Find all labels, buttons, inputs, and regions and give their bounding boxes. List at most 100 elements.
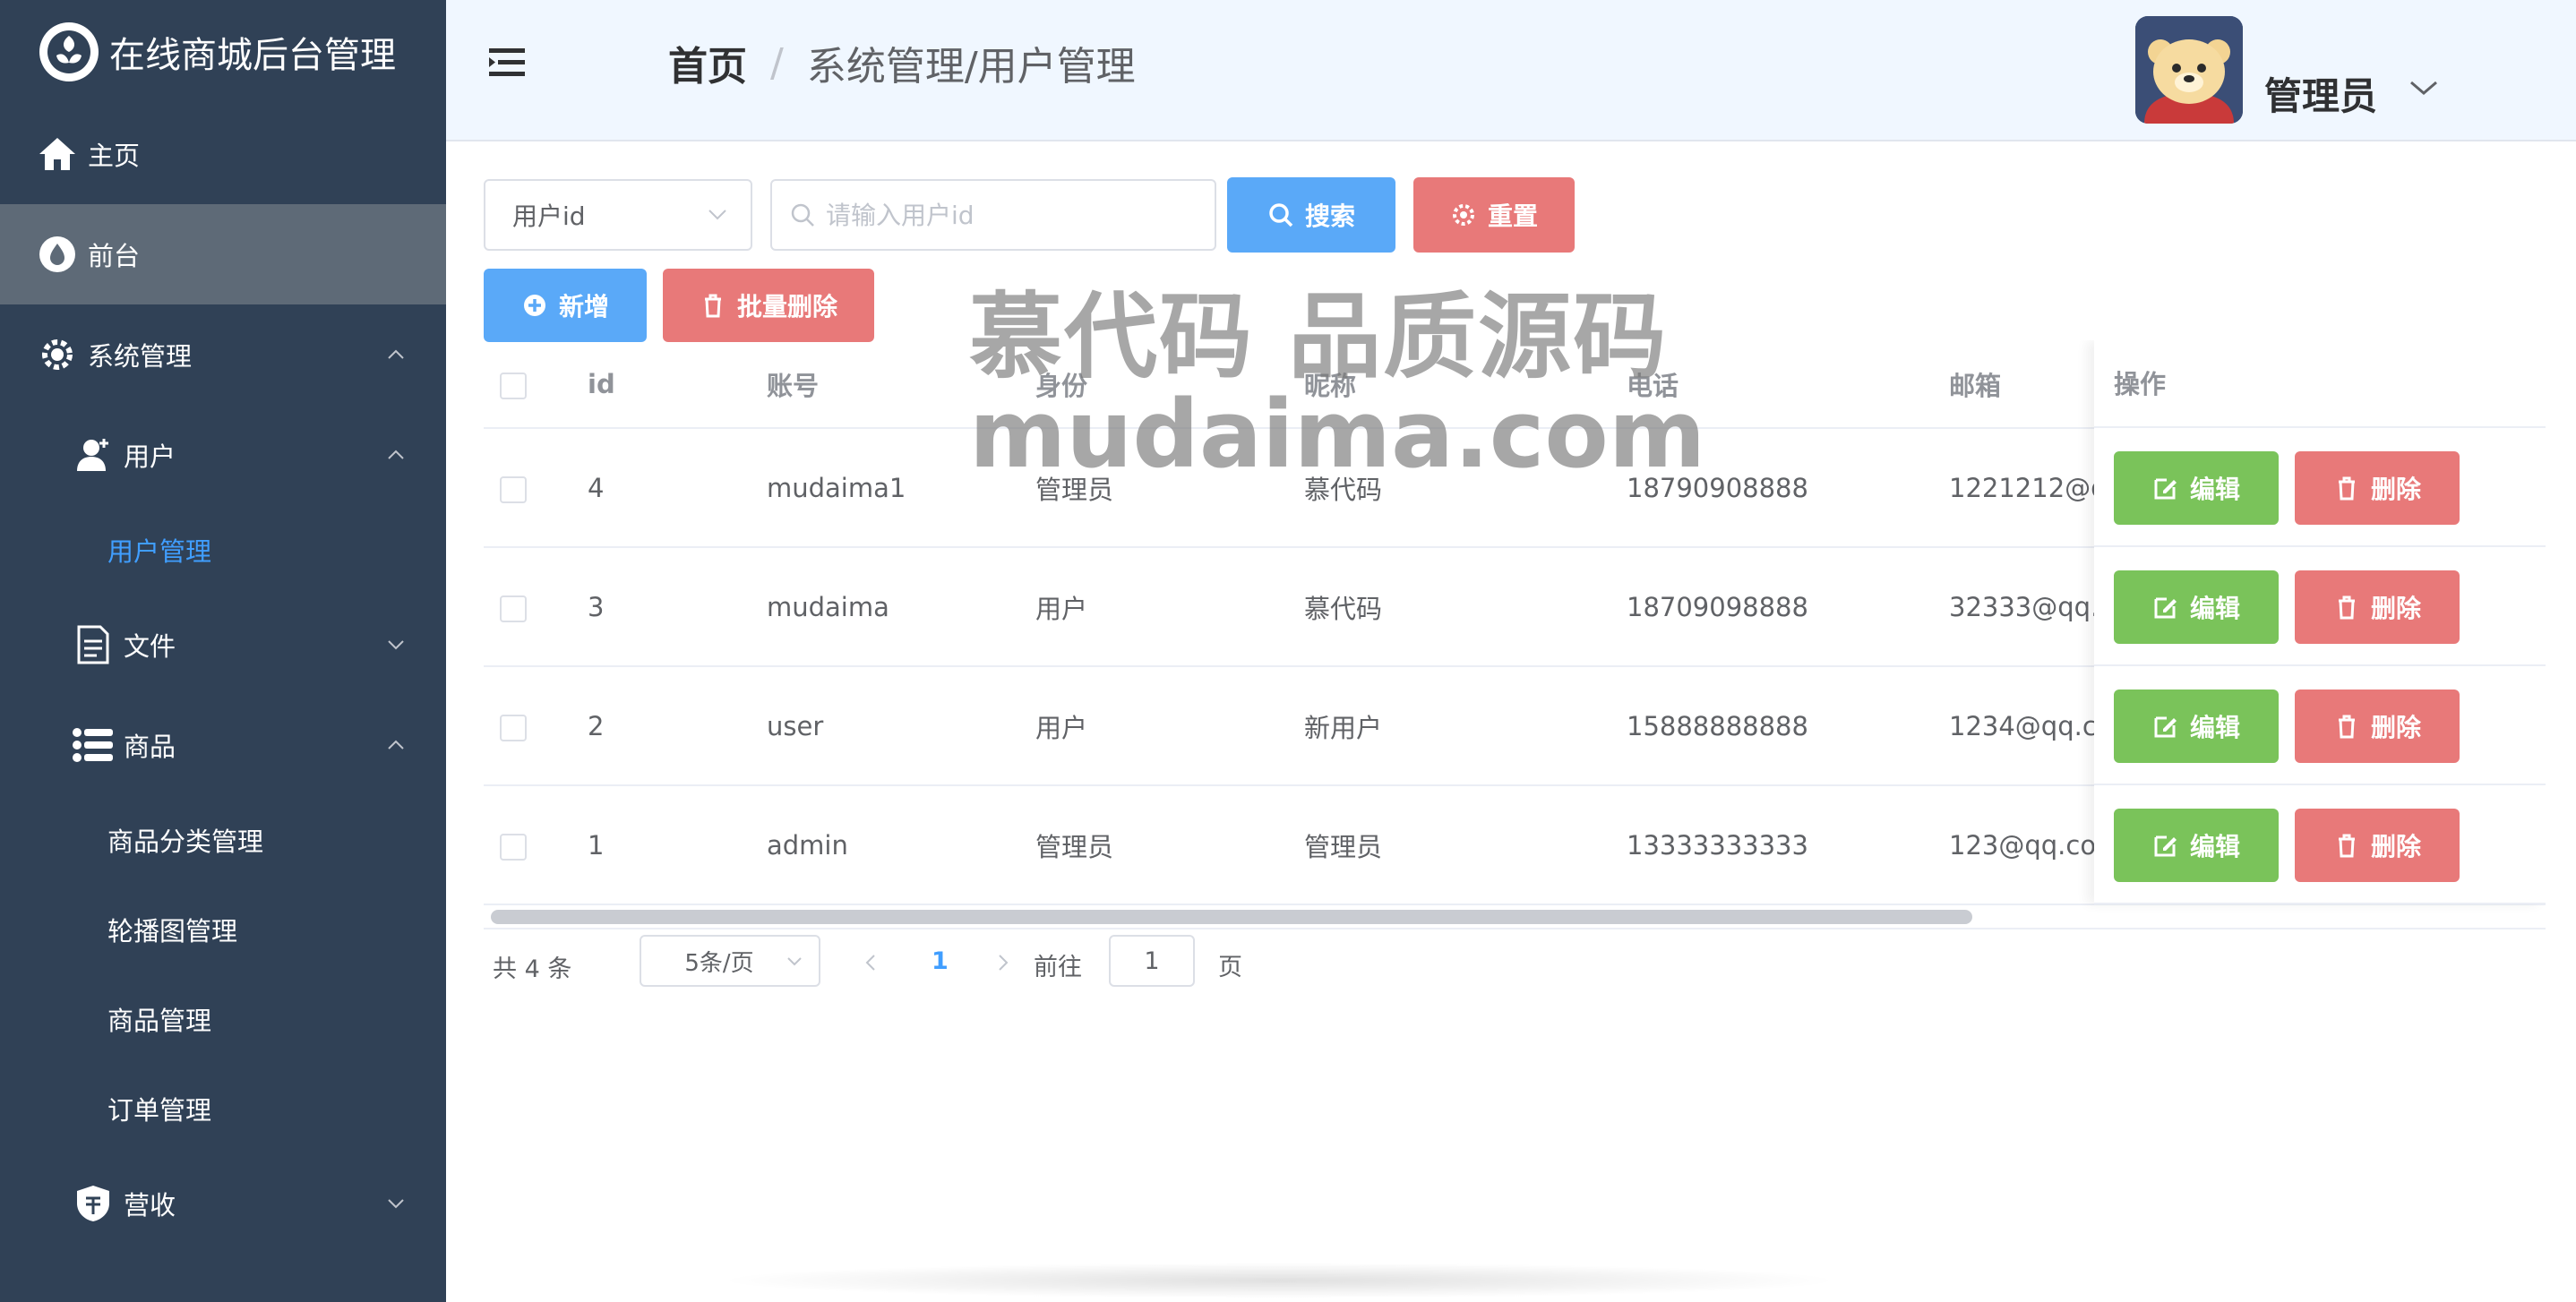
page-size-select[interactable]: 5条/页	[640, 935, 820, 987]
home-icon	[36, 133, 79, 176]
edit-button[interactable]: 编辑	[2114, 451, 2279, 525]
breadcrumb-home[interactable]: 首页	[668, 34, 747, 91]
drop-icon	[36, 233, 79, 276]
cell-phone: 18709098888	[1627, 547, 1949, 667]
sidebar-item-label: 轮播图管理	[107, 916, 238, 947]
cell-nickname: 慕代码	[1304, 547, 1627, 667]
filter-field-select[interactable]: 用户id	[484, 179, 752, 251]
sidebar-item-user-management[interactable]: 用户管理	[0, 505, 446, 595]
operations-row: 编辑 删除	[2094, 428, 2546, 547]
sidebar-item-label: 商品	[124, 732, 176, 762]
cell-role: 用户	[1035, 547, 1304, 667]
avatar[interactable]	[2135, 16, 2243, 124]
batch-delete-label: 批量删除	[736, 292, 837, 321]
goto-page-value: 1	[1144, 947, 1160, 975]
page-number-current[interactable]: 1	[932, 947, 949, 975]
sidebar-item-system[interactable]: 系统管理	[0, 304, 446, 405]
edit-button-label: 编辑	[2189, 832, 2240, 861]
delete-button-label: 删除	[2370, 594, 2421, 623]
sidebar-item-goods[interactable]: 商品	[0, 695, 446, 795]
chevron-up-icon	[388, 740, 404, 750]
row-checkbox[interactable]	[500, 833, 527, 861]
chevron-down-icon[interactable]	[2408, 77, 2440, 99]
column-header-id[interactable]: id	[588, 340, 767, 429]
list-icon	[72, 724, 115, 767]
sidebar-item-frontend[interactable]: 前台	[0, 204, 446, 304]
cell-account: user	[767, 666, 1035, 786]
search-button-label: 搜索	[1304, 201, 1355, 231]
edit-icon	[2154, 597, 2177, 619]
cell-id: 1	[588, 785, 767, 905]
cell-nickname: 管理员	[1304, 785, 1627, 905]
sidebar-item-category-management[interactable]: 商品分类管理	[0, 795, 446, 885]
delete-button-label: 删除	[2370, 713, 2421, 742]
sidebar-item-label: 营收	[124, 1190, 176, 1221]
goto-label: 前往	[1034, 954, 1082, 981]
pagination-total: 共 4 条	[493, 955, 572, 983]
select-all-checkbox[interactable]	[500, 372, 527, 399]
sidebar-item-label: 系统管理	[88, 341, 193, 372]
goto-page-input[interactable]: 1	[1109, 935, 1195, 987]
main-content: 用户id 搜索 重置 新增 批量删除 id	[446, 143, 2576, 1302]
sidebar-item-label: 用户	[124, 441, 176, 472]
next-page-icon[interactable]	[994, 953, 1012, 972]
sidebar-item-user[interactable]: 用户	[0, 405, 446, 505]
sidebar-item-label: 商品管理	[107, 1006, 212, 1036]
user-name[interactable]: 管理员	[2264, 66, 2377, 121]
edit-button-label: 编辑	[2189, 594, 2240, 623]
cell-phone: 13333333333	[1627, 785, 1949, 905]
delete-button[interactable]: 删除	[2295, 451, 2460, 525]
edit-icon	[2154, 835, 2177, 857]
batch-delete-button[interactable]: 批量删除	[663, 269, 874, 342]
table-horizontal-scrollbar[interactable]	[491, 910, 1972, 924]
watermark: 慕代码 品质源码 mudaima.com	[969, 287, 1706, 490]
sidebar-item-label: 用户管理	[107, 536, 212, 567]
chevron-down-icon	[388, 640, 404, 650]
sidebar-item-revenue[interactable]: 营收	[0, 1153, 446, 1254]
menu-fold-icon[interactable]	[487, 45, 527, 81]
circle-plus-icon	[523, 295, 545, 316]
sidebar-item-file[interactable]: 文件	[0, 595, 446, 695]
add-button-label: 新增	[558, 292, 609, 321]
reset-button-label: 重置	[1487, 201, 1538, 231]
trash-icon	[2338, 476, 2355, 501]
reset-button[interactable]: 重置	[1413, 177, 1575, 253]
edit-button-label: 编辑	[2189, 713, 2240, 742]
edit-icon	[2154, 478, 2177, 500]
operations-row: 编辑 删除	[2094, 547, 2546, 666]
delete-button[interactable]: 删除	[2295, 570, 2460, 644]
table-scroll-track	[484, 928, 2546, 929]
top-header: 首页 / 系统管理/用户管理 管理员	[446, 0, 2576, 141]
cell-account: mudaima	[767, 547, 1035, 667]
search-field[interactable]	[770, 179, 1216, 251]
sidebar-item-order-management[interactable]: 订单管理	[0, 1064, 446, 1153]
prev-page-icon[interactable]	[862, 953, 880, 972]
gear-icon	[36, 333, 79, 376]
sidebar-item-goods-management[interactable]: 商品管理	[0, 974, 446, 1064]
filter-select-value: 用户id	[512, 201, 586, 231]
sidebar-item-home[interactable]: 主页	[0, 104, 446, 204]
search-input[interactable]	[826, 200, 1202, 230]
shield-money-icon	[72, 1182, 115, 1225]
search-button[interactable]: 搜索	[1227, 177, 1395, 253]
row-checkbox[interactable]	[500, 714, 527, 741]
cell-id: 4	[588, 428, 767, 548]
row-checkbox[interactable]	[500, 595, 527, 622]
delete-button[interactable]: 删除	[2295, 809, 2460, 882]
watermark-line-2: mudaima.com	[969, 380, 1706, 490]
trash-icon	[2338, 595, 2355, 620]
search-icon	[791, 203, 814, 227]
add-button[interactable]: 新增	[484, 269, 647, 342]
trash-icon	[2338, 715, 2355, 739]
edit-button[interactable]: 编辑	[2114, 570, 2279, 644]
chevron-down-icon	[787, 957, 802, 966]
edit-button[interactable]: 编辑	[2114, 809, 2279, 882]
sidebar-item-carousel-management[interactable]: 轮播图管理	[0, 885, 446, 974]
row-checkbox[interactable]	[500, 475, 527, 503]
edit-button[interactable]: 编辑	[2114, 690, 2279, 763]
search-icon	[1269, 203, 1293, 227]
gear-icon	[1452, 204, 1474, 226]
delete-button-label: 删除	[2370, 832, 2421, 861]
delete-button[interactable]: 删除	[2295, 690, 2460, 763]
trash-icon	[704, 294, 721, 318]
